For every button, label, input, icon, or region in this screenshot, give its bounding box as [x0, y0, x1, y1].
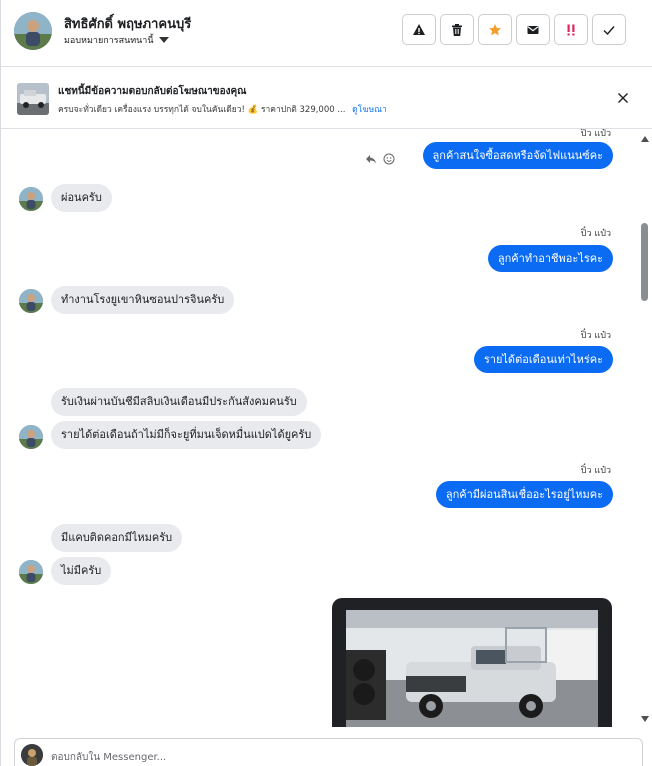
- conversation-header: สิทธิศักดิ์ พฤษภาคนบุรี มอบหมายการสนทนาน…: [1, 0, 652, 67]
- contact-name[interactable]: สิทธิศักดิ์ พฤษภาคนบุรี: [64, 13, 191, 34]
- contact-avatar-small: [19, 289, 43, 313]
- page-avatar: [21, 744, 43, 766]
- trash-icon: [452, 23, 462, 36]
- view-ad-link[interactable]: ดูโฆษณา: [352, 105, 387, 115]
- assign-label: มอบหมายการสนทนานี้: [64, 36, 154, 46]
- star-button[interactable]: [478, 14, 512, 45]
- message-incoming[interactable]: รายได้ต่อเดือนถ้าไม่มีก็จะยูที่มนเจ็ดหมื…: [51, 421, 322, 449]
- close-icon[interactable]: [617, 92, 629, 104]
- contact-avatar-small: [19, 187, 43, 211]
- ad-thumbnail[interactable]: [17, 83, 49, 115]
- chevron-down-icon: [158, 37, 169, 43]
- reply-composer: [1, 727, 652, 766]
- report-spam-button[interactable]: [402, 14, 436, 45]
- star-icon: [489, 23, 501, 35]
- reply-input[interactable]: [51, 749, 611, 765]
- seen-indicator: ปิ๋ว แป๋ว: [580, 229, 611, 239]
- emoji-react-icon[interactable]: [383, 153, 395, 165]
- delete-button[interactable]: [440, 14, 474, 45]
- message-outgoing[interactable]: รายได้ต่อเดือนเท่าไหร่คะ: [473, 346, 613, 373]
- pickup-truck-photo: [346, 610, 598, 727]
- warning-icon: [413, 23, 425, 35]
- message-outgoing[interactable]: ลูกค้าสนใจซื้อสดหรือจัดไฟแนนซ์คะ: [422, 142, 613, 169]
- mark-important-button[interactable]: [554, 14, 588, 45]
- conversation-pane: สิทธิศักดิ์ พฤษภาคนบุรี มอบหมายการสนทนาน…: [0, 0, 652, 766]
- mark-done-button[interactable]: [592, 14, 626, 45]
- ad-banner-title: แชทนี้มีข้อความตอบกลับต่อโฆษณาของคุณ: [58, 86, 247, 97]
- seen-indicator: ปิ๋ว แป๋ว: [580, 466, 611, 476]
- message-incoming[interactable]: ผ่อนครับ: [51, 184, 112, 212]
- mark-unread-button[interactable]: [516, 14, 550, 45]
- message-outgoing[interactable]: ลูกค้ามีผ่อนสินเชื่ออะไรอยู่ไหมคะ: [435, 481, 613, 508]
- scrollbar-thumb[interactable]: [641, 223, 648, 301]
- double-exclamation-icon: [567, 24, 575, 35]
- ad-preview-text: ครบจะทั่วเดียว เครื่องแรง บรรทุกได้ จบใน…: [58, 105, 346, 115]
- scroll-down-arrow-icon[interactable]: [641, 716, 649, 722]
- thread-scrollbar[interactable]: [638, 132, 650, 726]
- message-actions: [365, 153, 395, 165]
- message-incoming[interactable]: ไม่มีครับ: [51, 557, 112, 585]
- checkmark-icon: [603, 25, 615, 35]
- message-thread[interactable]: ปิ๋ว แป๋ว ลูกค้าสนใจซื้อสดหรือจัดไฟแนนซ์…: [1, 129, 652, 727]
- scroll-up-arrow-icon[interactable]: [641, 136, 649, 142]
- contact-avatar-small: [19, 560, 43, 584]
- message-incoming[interactable]: มีแคบติดคอกมีไหมครับ: [51, 524, 183, 552]
- message-incoming[interactable]: ทำงานโรงยูเขาหินซอนปารจินครับ: [51, 286, 235, 314]
- contact-avatar-small: [19, 425, 43, 449]
- envelope-icon: [527, 25, 539, 34]
- message-outgoing[interactable]: ลูกค้าทำอาชีพอะไรคะ: [487, 245, 613, 272]
- ad-context-banner: แชทนี้มีข้อความตอบกลับต่อโฆษณาของคุณ ครบ…: [1, 67, 652, 129]
- contact-avatar[interactable]: [14, 12, 52, 50]
- ad-banner-subtitle: ครบจะทั่วเดียว เครื่องแรง บรรทุกได้ จบใน…: [58, 102, 387, 116]
- assign-conversation-dropdown[interactable]: มอบหมายการสนทนานี้: [64, 33, 169, 47]
- header-toolbar: [402, 14, 626, 45]
- image-attachment[interactable]: [332, 598, 612, 727]
- message-incoming[interactable]: รับเงินผ่านบันชีมีสลิบเงินเดือนมีประกันส…: [51, 388, 307, 416]
- reply-icon[interactable]: [365, 153, 377, 165]
- seen-indicator: ปิ๋ว แป๋ว: [580, 129, 611, 139]
- seen-indicator: ปิ๋ว แป๋ว: [580, 331, 611, 341]
